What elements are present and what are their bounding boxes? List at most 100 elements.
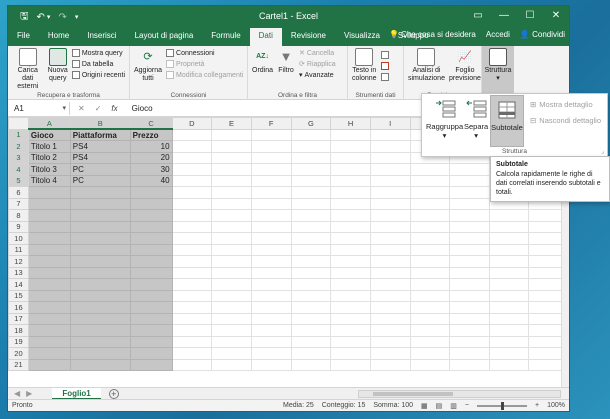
cell[interactable]	[449, 312, 490, 325]
cell[interactable]	[488, 278, 530, 291]
cell[interactable]	[211, 163, 252, 176]
enter-icon[interactable]: ✓	[95, 104, 102, 113]
cell[interactable]	[211, 209, 252, 222]
horizontal-scrollbar[interactable]	[358, 390, 561, 398]
cell[interactable]	[290, 301, 332, 314]
cell[interactable]: Titolo 2	[27, 151, 71, 164]
cell[interactable]	[369, 232, 411, 245]
cell[interactable]	[129, 278, 173, 291]
cell[interactable]	[250, 186, 292, 199]
cell[interactable]	[250, 243, 292, 256]
cell[interactable]	[488, 220, 530, 233]
subtotale-button[interactable]: Subtotale	[490, 95, 524, 147]
cell[interactable]	[290, 278, 332, 291]
cell[interactable]	[449, 197, 490, 210]
cell[interactable]	[330, 266, 371, 279]
cell[interactable]: Titolo 3	[27, 163, 71, 176]
cell[interactable]	[290, 232, 332, 245]
tab-dati[interactable]: Dati	[249, 28, 282, 46]
cell[interactable]	[211, 266, 252, 279]
cell[interactable]	[330, 278, 371, 291]
struttura-button[interactable]: Struttura ▾	[482, 46, 514, 100]
row-header[interactable]: 17	[8, 312, 29, 325]
cell[interactable]	[449, 324, 490, 337]
cell[interactable]	[290, 289, 332, 302]
view-layout-icon[interactable]: ▤	[436, 402, 443, 410]
cell[interactable]: PS4	[69, 140, 131, 153]
cell[interactable]	[171, 209, 213, 222]
redo-icon[interactable]: ↷	[58, 12, 66, 23]
cell[interactable]	[129, 255, 173, 268]
cell[interactable]	[27, 209, 71, 222]
cell[interactable]: Titolo 1	[27, 140, 71, 153]
cell[interactable]	[27, 186, 71, 199]
cell[interactable]	[69, 301, 131, 314]
row-header[interactable]: 3	[8, 151, 29, 164]
cell[interactable]: 40	[129, 174, 173, 187]
cell[interactable]	[211, 347, 252, 360]
cell[interactable]	[330, 220, 371, 233]
row-header[interactable]: 11	[8, 243, 29, 256]
riapplica-button[interactable]: ⟳ Riapplica	[299, 59, 336, 69]
cell[interactable]	[250, 151, 292, 164]
cell[interactable]	[290, 209, 332, 222]
cell[interactable]	[290, 324, 332, 337]
cell[interactable]	[129, 289, 173, 302]
cell[interactable]	[330, 151, 371, 164]
tab-layout[interactable]: Layout di pagina	[126, 28, 203, 46]
cell[interactable]	[488, 335, 530, 348]
cell[interactable]	[171, 255, 213, 268]
zoom-in-button[interactable]: +	[535, 402, 539, 409]
row-header[interactable]: 12	[8, 255, 29, 268]
cell[interactable]	[211, 301, 252, 314]
cell[interactable]	[409, 289, 451, 302]
cell[interactable]	[409, 347, 451, 360]
cell[interactable]	[330, 197, 371, 210]
cell[interactable]	[211, 128, 252, 141]
cell[interactable]	[488, 358, 530, 371]
row-header[interactable]: 7	[8, 197, 29, 210]
cell[interactable]: Gioco	[27, 128, 71, 141]
cell[interactable]	[330, 347, 371, 360]
cell[interactable]	[69, 278, 131, 291]
tab-home[interactable]: Home	[39, 28, 78, 46]
cell[interactable]	[409, 243, 451, 256]
cell[interactable]	[250, 347, 292, 360]
separa-button[interactable]: Separa ▾	[464, 98, 488, 140]
column-header[interactable]: H	[330, 117, 371, 130]
cell[interactable]	[69, 358, 131, 371]
cell[interactable]	[171, 289, 213, 302]
cell[interactable]	[369, 358, 411, 371]
cell[interactable]	[330, 255, 371, 268]
cell[interactable]	[369, 301, 411, 314]
cell[interactable]	[369, 347, 411, 360]
add-sheet-button[interactable]: +	[108, 388, 119, 399]
cell[interactable]: PS4	[69, 151, 131, 164]
cell[interactable]	[488, 301, 530, 314]
cell[interactable]	[369, 255, 411, 268]
cell[interactable]	[211, 174, 252, 187]
cell[interactable]	[409, 358, 451, 371]
cell[interactable]	[129, 243, 173, 256]
cell[interactable]	[129, 186, 173, 199]
select-all[interactable]	[8, 117, 29, 130]
cell[interactable]	[369, 243, 411, 256]
cell[interactable]	[211, 232, 252, 245]
cell[interactable]	[250, 197, 292, 210]
cell[interactable]	[330, 174, 371, 187]
cell[interactable]	[211, 140, 252, 153]
cell[interactable]	[69, 324, 131, 337]
cell[interactable]: Prezzo	[129, 128, 173, 141]
cell[interactable]	[369, 151, 411, 164]
cell[interactable]	[250, 174, 292, 187]
cell[interactable]	[409, 232, 451, 245]
column-header[interactable]: A	[27, 117, 71, 130]
cell[interactable]	[27, 220, 71, 233]
cell[interactable]	[171, 151, 213, 164]
cell[interactable]	[250, 312, 292, 325]
undo-dropdown-icon[interactable]: ▾	[47, 13, 51, 21]
tell-me[interactable]: 💡 Che cosa si desidera	[389, 30, 476, 39]
cell[interactable]	[409, 278, 451, 291]
cell[interactable]	[330, 163, 371, 176]
customize-qat-icon[interactable]: ▾	[75, 13, 79, 21]
